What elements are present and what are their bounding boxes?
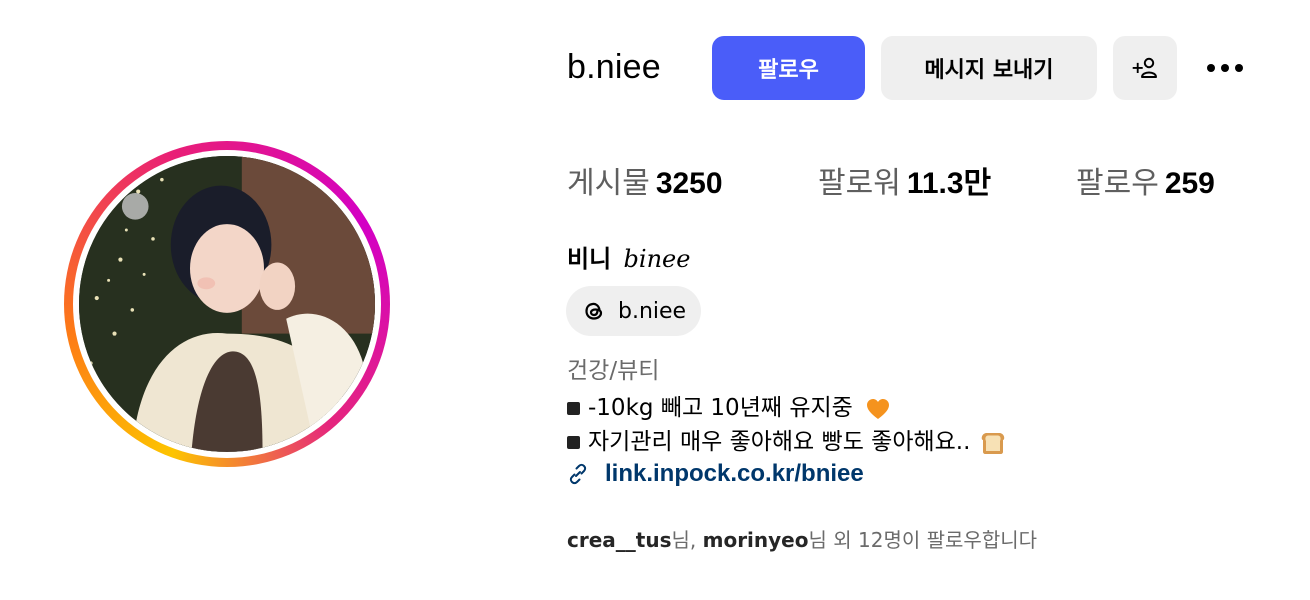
posts-count: 게시물 3250 <box>567 166 723 201</box>
mutual-followers[interactable]: crea__tus님, morinyeo님 외 12명이 팔로우합니다 <box>567 524 1037 553</box>
bio-link[interactable]: link.inpock.co.kr/bniee <box>566 460 864 488</box>
avatar <box>79 156 375 452</box>
link-icon <box>569 463 587 485</box>
profile-username: b.niee <box>567 48 661 86</box>
bio-line: 자기관리 매우 좋아해요 빵도 좋아해요.. <box>567 422 1006 456</box>
message-button[interactable]: 메시지 보내기 <box>881 36 1097 100</box>
add-user-icon: + <box>1131 57 1157 78</box>
square-bullet-icon <box>567 402 580 415</box>
more-icon <box>1207 64 1215 72</box>
bio-link-text[interactable]: link.inpock.co.kr/bniee <box>605 460 864 488</box>
add-user-button[interactable]: + <box>1113 36 1177 100</box>
threads-handle: b.niee <box>618 298 687 324</box>
profile-category: 건강/뷰티 <box>567 358 660 384</box>
bio-line: -10kg 빼고 10년째 유지중 <box>567 388 890 422</box>
story-ring-avatar[interactable] <box>64 141 390 467</box>
profile-page: b.niee 팔로우 메시지 보내기 + 게시물 3250 팔로워 11.3만 팔로… <box>0 0 1310 600</box>
orange-heart-icon <box>867 398 890 419</box>
more-options-button[interactable] <box>1196 46 1254 90</box>
profile-full-name: 비니 binee <box>567 245 691 273</box>
square-bullet-icon <box>567 436 580 449</box>
threads-icon <box>585 302 603 320</box>
following-count[interactable]: 팔로우 259 <box>1076 158 1215 202</box>
follow-button[interactable]: 팔로우 <box>712 36 865 100</box>
threads-badge[interactable]: b.niee <box>566 286 701 336</box>
bread-icon <box>981 432 1004 454</box>
followers-count[interactable]: 팔로워 11.3만 <box>818 158 991 202</box>
